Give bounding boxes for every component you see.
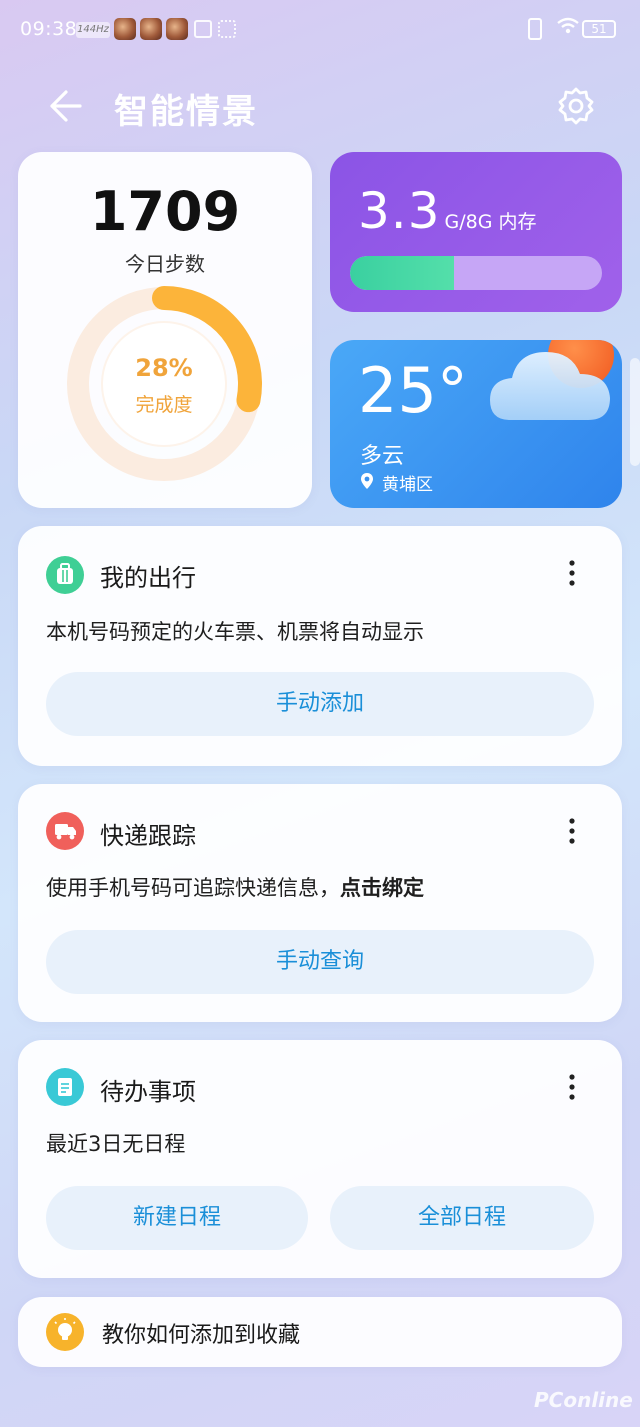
watermark: PConline (534, 1388, 633, 1412)
edge-handle[interactable] (630, 358, 640, 466)
bind-link[interactable]: 点击绑定 (340, 876, 424, 900)
tips-card[interactable]: 教你如何添加到收藏 (18, 1297, 622, 1367)
weather-location: 黄埔区 (382, 475, 433, 495)
express-more-button[interactable] (562, 818, 582, 844)
app-notification-icon (140, 18, 162, 40)
arrow-left-icon (50, 90, 82, 122)
more-vertical-icon (569, 560, 575, 586)
note-icon (46, 1068, 84, 1106)
page-title: 智能情景 (114, 92, 258, 132)
travel-more-button[interactable] (562, 560, 582, 586)
todo-title: 待办事项 (100, 1078, 196, 1106)
gear-icon (558, 87, 594, 125)
app-notification-icon (166, 18, 188, 40)
todo-more-button[interactable] (562, 1074, 582, 1100)
grid-icon (218, 20, 236, 38)
manual-query-button[interactable]: 手动查询 (46, 930, 594, 994)
steps-percent-label: 完成度 (135, 394, 193, 416)
todo-card: 待办事项 最近3日无日程 新建日程 全部日程 (18, 1040, 622, 1278)
express-title: 快递跟踪 (100, 822, 196, 850)
express-card: 快递跟踪 使用手机号码可追踪快递信息，点击绑定 手动查询 (18, 784, 622, 1022)
todo-description: 最近3日无日程 (46, 1132, 186, 1156)
weather-temperature: 25° (358, 354, 468, 427)
steps-label: 今日步数 (125, 252, 205, 276)
manual-add-button[interactable]: 手动添加 (46, 672, 594, 736)
app-notification-icon (114, 18, 136, 40)
new-schedule-button[interactable]: 新建日程 (46, 1186, 308, 1250)
memory-used: 3.3 (358, 182, 441, 240)
travel-description: 本机号码预定的火车票、机票将自动显示 (46, 620, 424, 644)
vibrate-icon (528, 18, 542, 40)
express-description-text: 使用手机号码可追踪快递信息， (46, 876, 340, 900)
more-vertical-icon (569, 1074, 575, 1100)
settings-button[interactable] (556, 86, 596, 126)
status-time: 09:38 (20, 18, 78, 40)
steps-count: 1709 (89, 180, 241, 243)
more-vertical-icon (569, 818, 575, 844)
memory-card[interactable]: 3.3 G/8G 内存 (330, 152, 622, 312)
status-bar: 09:38 144Hz 51 (0, 0, 640, 60)
gallery-icon (194, 20, 212, 38)
steps-progress-ring: 28% 完成度 (64, 284, 264, 484)
luggage-icon (46, 556, 84, 594)
steps-percent: 28% (135, 354, 193, 382)
memory-bar-fill (350, 256, 454, 290)
location-pin-icon (360, 472, 374, 494)
battery-icon: 51 (582, 20, 616, 38)
back-button[interactable] (44, 84, 84, 128)
memory-bar (350, 256, 602, 290)
memory-readout: 3.3 G/8G 内存 (358, 182, 537, 240)
steps-card[interactable]: 1709 今日步数 28% 完成度 (18, 152, 312, 508)
all-schedules-button[interactable]: 全部日程 (330, 1186, 594, 1250)
weather-condition: 多云 (360, 444, 405, 469)
weather-card[interactable]: 25° 多云 黄埔区 (330, 340, 622, 508)
truck-icon (46, 812, 84, 850)
memory-unit: G/8G 内存 (444, 211, 537, 233)
express-description: 使用手机号码可追踪快递信息，点击绑定 (46, 872, 424, 902)
travel-card: 我的出行 本机号码预定的火车票、机票将自动显示 手动添加 (18, 526, 622, 766)
cloud-icon (488, 344, 612, 422)
travel-title: 我的出行 (100, 564, 196, 592)
refresh-rate-badge: 144Hz (76, 22, 110, 38)
wifi-icon (556, 16, 580, 41)
lightbulb-icon (46, 1313, 84, 1351)
tips-text: 教你如何添加到收藏 (102, 1323, 301, 1348)
